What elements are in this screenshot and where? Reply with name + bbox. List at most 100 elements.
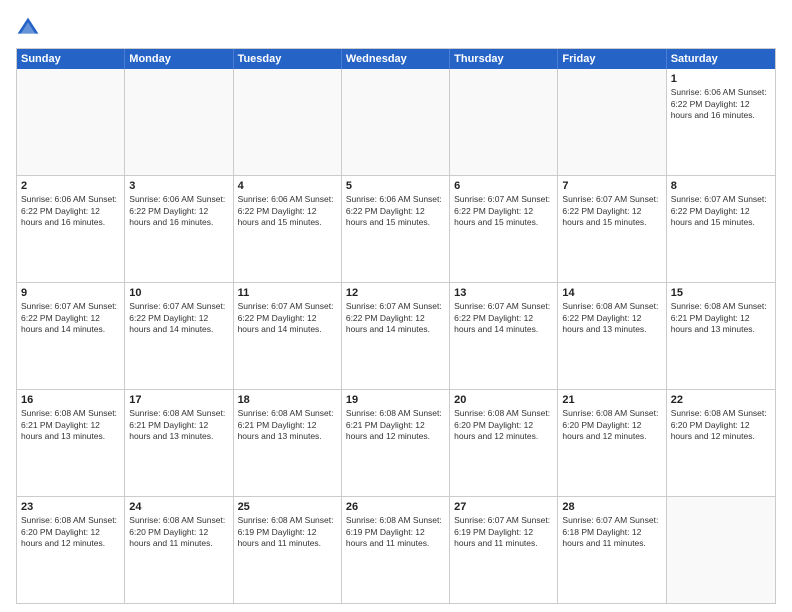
day-number: 24 bbox=[129, 500, 228, 514]
logo bbox=[16, 16, 44, 40]
calendar-cell: 28Sunrise: 6:07 AM Sunset: 6:18 PM Dayli… bbox=[558, 497, 666, 603]
calendar-cell: 3Sunrise: 6:06 AM Sunset: 6:22 PM Daylig… bbox=[125, 176, 233, 282]
calendar-cell: 17Sunrise: 6:08 AM Sunset: 6:21 PM Dayli… bbox=[125, 390, 233, 496]
weekday-header: Thursday bbox=[450, 49, 558, 69]
calendar-cell: 9Sunrise: 6:07 AM Sunset: 6:22 PM Daylig… bbox=[17, 283, 125, 389]
calendar-cell: 22Sunrise: 6:08 AM Sunset: 6:20 PM Dayli… bbox=[667, 390, 775, 496]
calendar-cell: 16Sunrise: 6:08 AM Sunset: 6:21 PM Dayli… bbox=[17, 390, 125, 496]
day-number: 25 bbox=[238, 500, 337, 514]
day-number: 14 bbox=[562, 286, 661, 300]
day-info: Sunrise: 6:08 AM Sunset: 6:20 PM Dayligh… bbox=[129, 515, 228, 549]
weekday-header: Saturday bbox=[667, 49, 775, 69]
logo-icon bbox=[16, 16, 40, 40]
day-number: 9 bbox=[21, 286, 120, 300]
day-info: Sunrise: 6:07 AM Sunset: 6:22 PM Dayligh… bbox=[671, 194, 771, 228]
day-info: Sunrise: 6:08 AM Sunset: 6:20 PM Dayligh… bbox=[671, 408, 771, 442]
calendar-row: 9Sunrise: 6:07 AM Sunset: 6:22 PM Daylig… bbox=[17, 283, 775, 390]
calendar-cell: 18Sunrise: 6:08 AM Sunset: 6:21 PM Dayli… bbox=[234, 390, 342, 496]
header bbox=[16, 16, 776, 40]
day-number: 20 bbox=[454, 393, 553, 407]
day-info: Sunrise: 6:08 AM Sunset: 6:21 PM Dayligh… bbox=[129, 408, 228, 442]
day-info: Sunrise: 6:07 AM Sunset: 6:22 PM Dayligh… bbox=[454, 194, 553, 228]
day-info: Sunrise: 6:06 AM Sunset: 6:22 PM Dayligh… bbox=[238, 194, 337, 228]
day-number: 10 bbox=[129, 286, 228, 300]
day-info: Sunrise: 6:08 AM Sunset: 6:19 PM Dayligh… bbox=[238, 515, 337, 549]
weekday-header: Wednesday bbox=[342, 49, 450, 69]
day-number: 6 bbox=[454, 179, 553, 193]
day-info: Sunrise: 6:08 AM Sunset: 6:22 PM Dayligh… bbox=[562, 301, 661, 335]
day-number: 26 bbox=[346, 500, 445, 514]
calendar-cell bbox=[17, 69, 125, 175]
calendar-cell: 10Sunrise: 6:07 AM Sunset: 6:22 PM Dayli… bbox=[125, 283, 233, 389]
day-number: 18 bbox=[238, 393, 337, 407]
calendar-cell: 5Sunrise: 6:06 AM Sunset: 6:22 PM Daylig… bbox=[342, 176, 450, 282]
day-number: 13 bbox=[454, 286, 553, 300]
calendar-row: 1Sunrise: 6:06 AM Sunset: 6:22 PM Daylig… bbox=[17, 69, 775, 176]
day-info: Sunrise: 6:06 AM Sunset: 6:22 PM Dayligh… bbox=[129, 194, 228, 228]
calendar-cell bbox=[450, 69, 558, 175]
day-number: 5 bbox=[346, 179, 445, 193]
day-info: Sunrise: 6:07 AM Sunset: 6:22 PM Dayligh… bbox=[238, 301, 337, 335]
calendar-cell: 6Sunrise: 6:07 AM Sunset: 6:22 PM Daylig… bbox=[450, 176, 558, 282]
calendar-body: 1Sunrise: 6:06 AM Sunset: 6:22 PM Daylig… bbox=[17, 69, 775, 603]
day-info: Sunrise: 6:07 AM Sunset: 6:22 PM Dayligh… bbox=[129, 301, 228, 335]
day-info: Sunrise: 6:07 AM Sunset: 6:22 PM Dayligh… bbox=[454, 301, 553, 335]
day-info: Sunrise: 6:08 AM Sunset: 6:21 PM Dayligh… bbox=[21, 408, 120, 442]
weekday-header: Friday bbox=[558, 49, 666, 69]
day-number: 28 bbox=[562, 500, 661, 514]
day-number: 8 bbox=[671, 179, 771, 193]
day-info: Sunrise: 6:08 AM Sunset: 6:20 PM Dayligh… bbox=[21, 515, 120, 549]
calendar-cell bbox=[558, 69, 666, 175]
day-info: Sunrise: 6:07 AM Sunset: 6:22 PM Dayligh… bbox=[346, 301, 445, 335]
day-info: Sunrise: 6:07 AM Sunset: 6:22 PM Dayligh… bbox=[21, 301, 120, 335]
calendar-cell: 27Sunrise: 6:07 AM Sunset: 6:19 PM Dayli… bbox=[450, 497, 558, 603]
day-number: 22 bbox=[671, 393, 771, 407]
calendar-cell: 2Sunrise: 6:06 AM Sunset: 6:22 PM Daylig… bbox=[17, 176, 125, 282]
day-number: 12 bbox=[346, 286, 445, 300]
calendar-cell bbox=[234, 69, 342, 175]
calendar-cell: 4Sunrise: 6:06 AM Sunset: 6:22 PM Daylig… bbox=[234, 176, 342, 282]
day-number: 7 bbox=[562, 179, 661, 193]
calendar-cell bbox=[342, 69, 450, 175]
calendar-cell: 12Sunrise: 6:07 AM Sunset: 6:22 PM Dayli… bbox=[342, 283, 450, 389]
calendar-cell: 1Sunrise: 6:06 AM Sunset: 6:22 PM Daylig… bbox=[667, 69, 775, 175]
day-number: 19 bbox=[346, 393, 445, 407]
weekday-header: Monday bbox=[125, 49, 233, 69]
calendar-cell: 15Sunrise: 6:08 AM Sunset: 6:21 PM Dayli… bbox=[667, 283, 775, 389]
calendar-cell: 7Sunrise: 6:07 AM Sunset: 6:22 PM Daylig… bbox=[558, 176, 666, 282]
calendar-cell: 8Sunrise: 6:07 AM Sunset: 6:22 PM Daylig… bbox=[667, 176, 775, 282]
calendar-cell: 21Sunrise: 6:08 AM Sunset: 6:20 PM Dayli… bbox=[558, 390, 666, 496]
day-info: Sunrise: 6:06 AM Sunset: 6:22 PM Dayligh… bbox=[21, 194, 120, 228]
calendar-cell: 20Sunrise: 6:08 AM Sunset: 6:20 PM Dayli… bbox=[450, 390, 558, 496]
calendar-cell bbox=[667, 497, 775, 603]
day-number: 27 bbox=[454, 500, 553, 514]
day-number: 11 bbox=[238, 286, 337, 300]
day-info: Sunrise: 6:08 AM Sunset: 6:20 PM Dayligh… bbox=[454, 408, 553, 442]
day-number: 23 bbox=[21, 500, 120, 514]
calendar-cell bbox=[125, 69, 233, 175]
page: SundayMondayTuesdayWednesdayThursdayFrid… bbox=[0, 0, 792, 612]
calendar-row: 16Sunrise: 6:08 AM Sunset: 6:21 PM Dayli… bbox=[17, 390, 775, 497]
day-number: 3 bbox=[129, 179, 228, 193]
day-info: Sunrise: 6:07 AM Sunset: 6:22 PM Dayligh… bbox=[562, 194, 661, 228]
day-number: 15 bbox=[671, 286, 771, 300]
day-info: Sunrise: 6:06 AM Sunset: 6:22 PM Dayligh… bbox=[671, 87, 771, 121]
day-number: 4 bbox=[238, 179, 337, 193]
calendar-cell: 11Sunrise: 6:07 AM Sunset: 6:22 PM Dayli… bbox=[234, 283, 342, 389]
day-number: 21 bbox=[562, 393, 661, 407]
calendar-row: 23Sunrise: 6:08 AM Sunset: 6:20 PM Dayli… bbox=[17, 497, 775, 603]
calendar-cell: 24Sunrise: 6:08 AM Sunset: 6:20 PM Dayli… bbox=[125, 497, 233, 603]
calendar: SundayMondayTuesdayWednesdayThursdayFrid… bbox=[16, 48, 776, 604]
day-info: Sunrise: 6:06 AM Sunset: 6:22 PM Dayligh… bbox=[346, 194, 445, 228]
day-info: Sunrise: 6:08 AM Sunset: 6:19 PM Dayligh… bbox=[346, 515, 445, 549]
day-info: Sunrise: 6:08 AM Sunset: 6:21 PM Dayligh… bbox=[238, 408, 337, 442]
day-info: Sunrise: 6:07 AM Sunset: 6:19 PM Dayligh… bbox=[454, 515, 553, 549]
weekday-header: Sunday bbox=[17, 49, 125, 69]
day-info: Sunrise: 6:08 AM Sunset: 6:21 PM Dayligh… bbox=[346, 408, 445, 442]
day-info: Sunrise: 6:08 AM Sunset: 6:20 PM Dayligh… bbox=[562, 408, 661, 442]
day-info: Sunrise: 6:07 AM Sunset: 6:18 PM Dayligh… bbox=[562, 515, 661, 549]
calendar-cell: 25Sunrise: 6:08 AM Sunset: 6:19 PM Dayli… bbox=[234, 497, 342, 603]
day-info: Sunrise: 6:08 AM Sunset: 6:21 PM Dayligh… bbox=[671, 301, 771, 335]
calendar-row: 2Sunrise: 6:06 AM Sunset: 6:22 PM Daylig… bbox=[17, 176, 775, 283]
calendar-cell: 23Sunrise: 6:08 AM Sunset: 6:20 PM Dayli… bbox=[17, 497, 125, 603]
